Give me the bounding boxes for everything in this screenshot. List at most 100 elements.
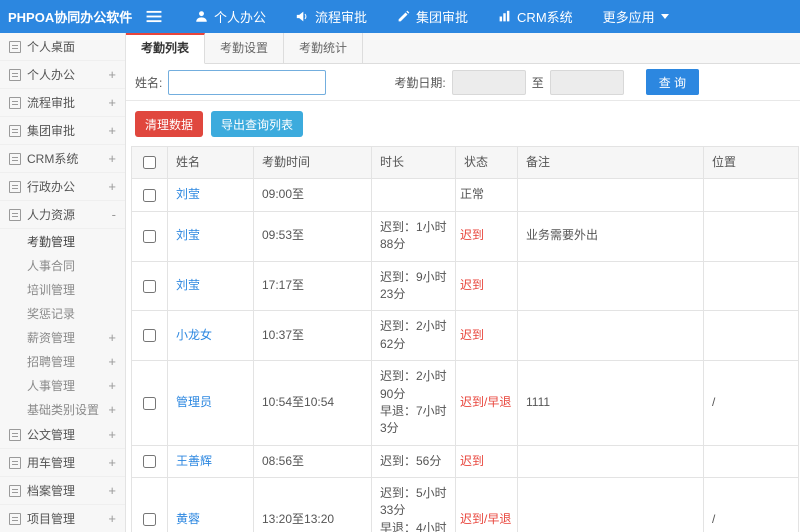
date-from-input[interactable] [451,69,526,95]
sidebar-item[interactable]: 个人办公 + [0,61,125,89]
remark-cell [517,310,704,362]
clear-data-button[interactable]: 清理数据 [135,111,204,137]
sidebar-subitem[interactable]: 考勤管理 [0,229,125,253]
row-checkbox[interactable] [143,229,156,243]
employee-name-link[interactable]: 小龙女 [176,328,212,342]
status-cell: 迟到 [455,444,518,479]
tab-attendance-list[interactable]: 考勤列表 [126,33,206,64]
expand-icon[interactable]: - [112,207,116,222]
expand-icon[interactable]: + [108,179,116,194]
sidebar-subitem[interactable]: 人事管理 + [0,373,125,397]
nav-more-apps[interactable]: 更多应用 [588,0,684,33]
filter-bar: 姓名: 考勤日期: 至 查 询 [126,64,800,101]
attendance-time-cell: 10:37至 [253,310,372,362]
employee-name-link[interactable]: 刘莹 [176,228,200,242]
sidebar-subitem-label: 培训管理 [27,282,76,297]
row-checkbox[interactable] [143,279,156,293]
search-button[interactable]: 查 询 [645,69,700,95]
date-label: 考勤日期: [394,75,446,90]
location-cell [703,178,799,212]
sidebar-subitem[interactable]: 培训管理 [0,277,125,301]
location-cell [703,260,799,312]
employee-name-link[interactable]: 王善辉 [176,454,212,468]
sidebar-item-label: 公文管理 [27,428,76,442]
row-checkbox[interactable] [143,329,156,343]
nav-personal-office[interactable]: 个人办公 [180,0,281,33]
sidebar-item[interactable]: 档案管理 + [0,477,125,505]
sidebar-subitem[interactable]: 薪资管理 + [0,325,125,349]
sidebar-item[interactable]: 用车管理 + [0,449,125,477]
expand-icon[interactable]: + [108,95,116,110]
sidebar-subitem-label: 奖惩记录 [27,306,76,321]
expand-icon[interactable]: + [108,402,116,417]
tab-bar: 考勤列表 考勤设置 考勤统计 [126,33,800,64]
sidebar-item[interactable]: 行政办公 + [0,173,125,201]
main-content: 考勤列表 考勤设置 考勤统计 姓名: 考勤日期: 至 查 询 清理数据 导出查询… [126,33,800,532]
topbar: PHPOA协同办公软件 个人办公 流程审批 集团审批 CRM系统 更多应用 [0,0,800,33]
table-header-row: 姓名 考勤时间 时长 状态 备注 位置 [131,146,799,180]
expand-icon[interactable]: + [108,123,116,138]
nav-crm-system[interactable]: CRM系统 [483,0,588,33]
sidebar-subitem[interactable]: 人事合同 [0,253,125,277]
row-checkbox[interactable] [143,513,156,527]
expand-icon[interactable]: + [108,455,116,470]
employee-name-link[interactable]: 管理员 [176,395,212,409]
nav-group-approval[interactable]: 集团审批 [382,0,483,33]
table-row: 黄蓉 13:20至13:20 迟到：5小时33分 早退：4小时67分 迟到/早退… [131,477,799,532]
sidebar-item[interactable]: 集团审批 + [0,117,125,145]
sidebar-item-label: 项目管理 [27,512,76,526]
sidebar-subitem[interactable]: 基础类别设置 + [0,397,125,421]
menu-toggle-icon[interactable] [128,10,180,23]
remark-cell: 业务需要外出 [517,210,704,262]
nav-process-approval[interactable]: 流程审批 [281,0,382,33]
remark-cell [517,444,704,479]
employee-name-link[interactable]: 刘莹 [176,278,200,292]
expand-icon[interactable]: + [108,378,116,393]
admin-office-icon [9,180,21,193]
remark-cell [517,178,704,212]
status-cell: 迟到 [455,210,518,262]
location-cell [703,210,799,262]
tab-attendance-stats[interactable]: 考勤统计 [284,33,364,63]
sidebar-item[interactable]: 人力资源 - [0,201,125,229]
employee-name-link[interactable]: 刘莹 [176,187,200,201]
sidebar-item[interactable]: 流程审批 + [0,89,125,117]
expand-icon[interactable]: + [108,151,116,166]
date-to-input[interactable] [549,69,624,95]
sidebar-subitem[interactable]: 奖惩记录 [0,301,125,325]
expand-icon[interactable]: + [108,330,116,345]
app-logo: PHPOA协同办公软件 [8,10,133,25]
expand-icon[interactable]: + [108,67,116,82]
status-cell: 迟到/早退 [455,360,518,446]
expand-icon[interactable]: + [108,427,116,442]
header-duration: 时长 [371,146,456,180]
duration-cell: 迟到：5小时33分 早退：4小时67分 [371,477,456,532]
select-all-checkbox[interactable] [143,156,156,170]
to-label: 至 [531,75,544,90]
row-checkbox[interactable] [143,188,156,202]
row-checkbox[interactable] [143,455,156,469]
nav-label: 集团审批 [416,10,469,25]
sidebar-subitem[interactable]: 招聘管理 + [0,349,125,373]
expand-icon[interactable]: + [108,483,116,498]
sidebar-item[interactable]: CRM系统 + [0,145,125,173]
sidebar-item-label: CRM系统 [27,152,79,166]
sidebar-item-label: 人力资源 [27,208,76,222]
expand-icon[interactable]: + [108,511,116,526]
tab-attendance-settings[interactable]: 考勤设置 [205,33,285,63]
status-cell: 迟到/早退 [455,477,518,532]
header-remark: 备注 [517,146,704,180]
attendance-time-cell: 13:20至13:20 [253,477,372,532]
table-row: 刘莹 09:00至 正常 [131,178,799,212]
sidebar-item[interactable]: 项目管理 + [0,505,125,532]
name-input[interactable] [168,69,327,95]
header-status: 状态 [455,146,518,180]
export-list-button[interactable]: 导出查询列表 [211,111,304,137]
project-icon [9,512,21,525]
expand-icon[interactable]: + [108,354,116,369]
table-row: 管理员 10:54至10:54 迟到：2小时90分 早退：7小时3分 迟到/早退… [131,360,799,446]
row-checkbox[interactable] [143,396,156,410]
sidebar-item[interactable]: 个人桌面 [0,33,125,61]
employee-name-link[interactable]: 黄蓉 [176,512,200,526]
sidebar-item[interactable]: 公文管理 + [0,421,125,449]
